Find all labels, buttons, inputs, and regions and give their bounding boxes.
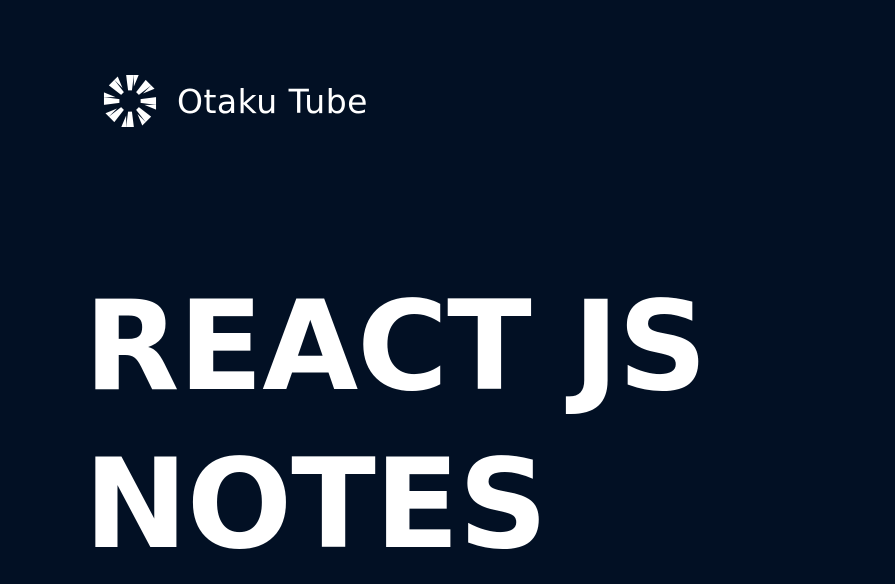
title-line-1: REACT JS [84, 275, 707, 419]
sunburst-logo-icon [103, 74, 157, 128]
brand-header: Otaku Tube [103, 74, 368, 128]
brand-name: Otaku Tube [177, 81, 368, 121]
title-line-2: NOTES [84, 433, 548, 577]
page-title: REACT JS NOTES [84, 268, 707, 584]
